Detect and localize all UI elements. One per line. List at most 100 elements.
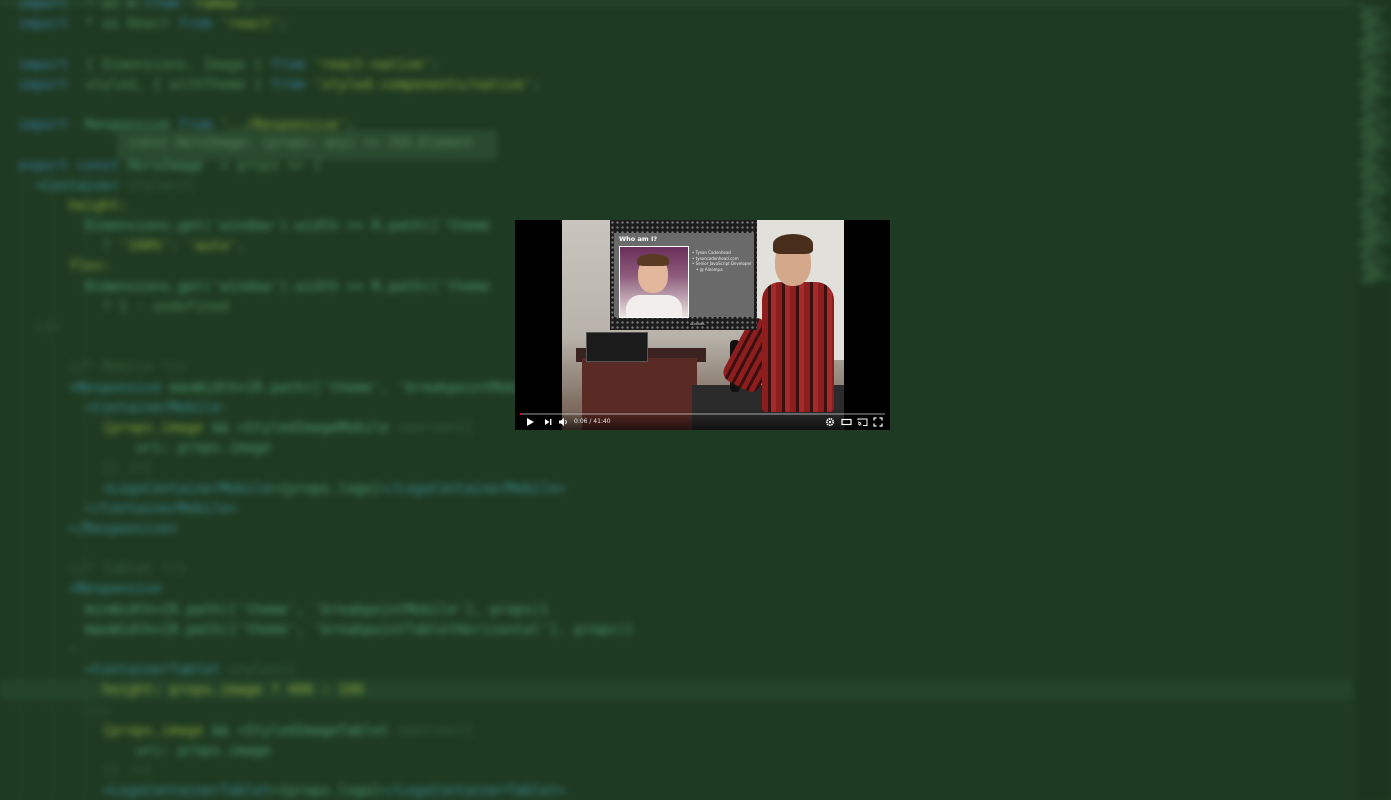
code-line[interactable]: }} />} bbox=[18, 761, 633, 781]
slide-title: Who am I? bbox=[619, 235, 658, 243]
minimap-line bbox=[1363, 196, 1371, 198]
code-line[interactable]: minWidth={R.path(['theme', 'breakpointMo… bbox=[18, 600, 633, 620]
code-line[interactable]: maxWidth={R.path(['theme', 'breakpointTa… bbox=[18, 620, 633, 640]
minimap-line bbox=[1363, 116, 1375, 118]
editor-minimap[interactable] bbox=[1352, 0, 1391, 800]
minimap-line bbox=[1361, 252, 1383, 254]
minimap-line bbox=[1359, 228, 1375, 230]
minimap-line bbox=[1357, 84, 1385, 86]
minimap-line bbox=[1365, 220, 1379, 222]
minimap-line bbox=[1357, 244, 1377, 246]
code-line[interactable]: import * as R from 'ramda'; bbox=[18, 0, 633, 14]
code-line[interactable]: <Container style={{ bbox=[18, 176, 633, 196]
presentation-slide: Who am I? Tyson Cadenhead tysoncadenhead… bbox=[610, 220, 757, 330]
code-line[interactable]: import { Dimensions, Image } from 'react… bbox=[18, 55, 633, 75]
fullscreen-icon bbox=[873, 417, 883, 427]
minimap-line bbox=[1365, 60, 1387, 62]
minimap-line bbox=[1358, 256, 1369, 258]
code-line[interactable]: import styled, { withTheme } from 'style… bbox=[18, 75, 633, 95]
minimap-line bbox=[1361, 52, 1381, 54]
minimap-line bbox=[1357, 124, 1371, 126]
minimap-line bbox=[1363, 276, 1391, 278]
code-line[interactable]: {props.image && <StyledImageTablet sourc… bbox=[18, 721, 633, 741]
minimap-line bbox=[1362, 64, 1373, 66]
video-player[interactable]: Who am I? Tyson Cadenhead tysoncadenhead… bbox=[515, 220, 890, 430]
presenter-hair bbox=[773, 234, 813, 254]
minimap-line bbox=[1357, 4, 1365, 6]
time-display: 0:06 / 41:40 bbox=[574, 418, 611, 425]
type-hover-text: const HeroImage: (props: any) => JSX.Ele… bbox=[129, 136, 474, 151]
minimap-line bbox=[1362, 144, 1391, 146]
minimap-line bbox=[1361, 92, 1391, 94]
volume-button[interactable] bbox=[558, 417, 570, 427]
code-line[interactable]: uri: props.image bbox=[18, 741, 633, 761]
minimap-line bbox=[1360, 200, 1381, 202]
minimap-line bbox=[1359, 108, 1369, 110]
code-line[interactable] bbox=[18, 95, 633, 115]
minimap-line bbox=[1360, 120, 1385, 122]
minimap-line bbox=[1360, 80, 1375, 82]
minimap-line bbox=[1362, 24, 1387, 26]
minimap-line bbox=[1359, 148, 1379, 150]
minimap-line bbox=[1360, 160, 1371, 162]
code-line[interactable] bbox=[18, 34, 633, 54]
minimap-line bbox=[1358, 16, 1381, 18]
settings-button[interactable] bbox=[825, 417, 835, 427]
minimap-line bbox=[1361, 172, 1387, 174]
theater-mode-icon bbox=[841, 418, 852, 426]
video-controls-bar: 0:06 / 41:40 bbox=[515, 410, 890, 430]
next-button[interactable] bbox=[543, 417, 553, 427]
minimap-line bbox=[1359, 68, 1383, 70]
code-line[interactable] bbox=[18, 539, 633, 559]
minimap-line bbox=[1364, 8, 1385, 10]
type-hover-tooltip: const HeroImage: (props: any) => JSX.Ele… bbox=[118, 131, 496, 159]
podium-monitor bbox=[586, 332, 648, 362]
minimap-line bbox=[1363, 76, 1389, 78]
theater-mode-button[interactable] bbox=[841, 417, 852, 427]
code-line[interactable]: </Responsive> bbox=[18, 519, 633, 539]
minimap-line bbox=[1358, 176, 1373, 178]
minimap-line bbox=[1364, 88, 1381, 90]
gear-icon bbox=[825, 417, 835, 427]
minimap-line bbox=[1366, 112, 1389, 114]
minimap-line bbox=[1364, 128, 1391, 130]
code-line[interactable]: height: bbox=[18, 196, 633, 216]
minimap-line bbox=[1358, 96, 1377, 98]
slide-panel: Who am I? Tyson Cadenhead tysoncadenhead… bbox=[614, 233, 754, 326]
minimap-line bbox=[1363, 36, 1379, 38]
code-line[interactable]: uri: props.image bbox=[18, 438, 633, 458]
minimap-line bbox=[1357, 164, 1381, 166]
code-line[interactable]: {/* Tablet */} bbox=[18, 559, 633, 579]
minimap-line bbox=[1363, 236, 1381, 238]
minimap-line bbox=[1362, 104, 1383, 106]
cast-icon bbox=[857, 418, 868, 426]
minimap-line bbox=[1363, 156, 1385, 158]
code-line[interactable]: }}> bbox=[18, 701, 633, 721]
code-line[interactable]: import * as React from 'react'; bbox=[18, 14, 633, 34]
play-button[interactable] bbox=[525, 417, 535, 427]
volume-icon bbox=[559, 418, 567, 426]
minimap-line bbox=[1366, 32, 1391, 34]
code-line[interactable]: height: props.image ? 400 : 100 bbox=[18, 680, 633, 700]
minimap-line bbox=[1357, 204, 1367, 206]
code-line[interactable]: }} />} bbox=[18, 458, 633, 478]
code-line[interactable]: </ContainerMobile> bbox=[18, 499, 633, 519]
code-line[interactable]: <LogoContainerTablet>{props.logo}</LogoC… bbox=[18, 781, 633, 800]
code-line[interactable]: <LogoContainerMobile>{props.logo}</LogoC… bbox=[18, 479, 633, 499]
minimap-line bbox=[1364, 48, 1391, 50]
fullscreen-button[interactable] bbox=[873, 417, 883, 427]
minimap-line bbox=[1358, 216, 1383, 218]
video-frame[interactable]: Who am I? Tyson Cadenhead tysoncadenhead… bbox=[562, 220, 844, 430]
minimap-line bbox=[1359, 188, 1389, 190]
presenter-body bbox=[762, 282, 834, 412]
code-line[interactable]: > bbox=[18, 640, 633, 660]
cast-button[interactable] bbox=[857, 417, 868, 427]
minimap-line bbox=[1366, 72, 1379, 74]
code-line[interactable]: <Responsive bbox=[18, 579, 633, 599]
minimap-line bbox=[1359, 268, 1385, 270]
code-line[interactable]: <ContainerTablet style={{ bbox=[18, 660, 633, 680]
minimap-line bbox=[1358, 56, 1367, 58]
slide-bullet-list: Tyson Cadenhead tysoncadenhead.com Senio… bbox=[692, 250, 754, 272]
minimap-line bbox=[1360, 280, 1377, 282]
progress-bar[interactable] bbox=[520, 413, 885, 415]
